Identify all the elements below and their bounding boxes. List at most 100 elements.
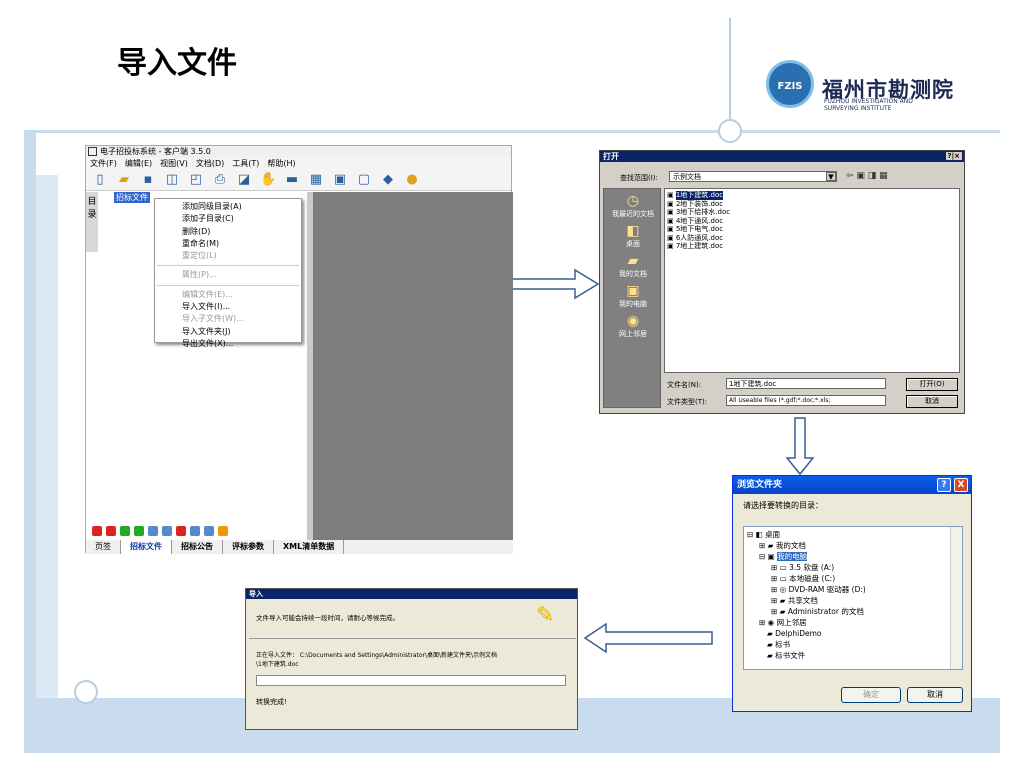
panel-splitter[interactable] — [307, 192, 313, 540]
network-icon: ◉ — [626, 313, 640, 329]
list-item[interactable]: ▣ 6人防通风.doc — [667, 234, 957, 243]
tree-item-tender-file[interactable]: 招标文件 — [114, 192, 150, 203]
filename-label: 文件名(N): — [667, 381, 702, 389]
open-folder-icon[interactable]: ▰ — [116, 172, 132, 188]
tree-node-network[interactable]: ⊞ ◉ 网上邻居 — [747, 617, 962, 628]
ctx-add-sibling[interactable]: 添加同级目录(A) — [155, 201, 301, 213]
export-folder-icon[interactable] — [218, 526, 228, 536]
tab-evaluation-params[interactable]: 评标参数 — [223, 540, 274, 554]
tab-tender-notice[interactable]: 招标公告 — [172, 540, 223, 554]
ctx-add-child[interactable]: 添加子目录(C) — [155, 213, 301, 225]
ctx-rename[interactable]: 重命名(M) — [155, 238, 301, 250]
tree-node-my-documents[interactable]: ⊞ ▰ 我的文档 — [747, 540, 962, 551]
menu-view[interactable]: 视图(V) — [160, 158, 188, 169]
open-button[interactable]: 打开(O) — [906, 378, 958, 391]
list-item[interactable]: ▣ 4地下通风.doc — [667, 217, 957, 226]
list-item[interactable]: ▣ 2地下装饰.doc — [667, 200, 957, 209]
filename-field[interactable]: 1地下建筑.doc — [726, 378, 886, 389]
delete-x-icon[interactable] — [176, 526, 186, 536]
image-icon[interactable]: ▣ — [332, 172, 348, 188]
place-recent[interactable]: ◷ 我最近的文档 — [604, 189, 662, 219]
list-item[interactable]: ▣ 5地下电气.doc — [667, 225, 957, 234]
export-icon[interactable]: ◪ — [236, 172, 252, 188]
add-red-icon[interactable] — [92, 526, 102, 536]
ruler-icon[interactable]: ▬ — [284, 172, 300, 188]
list-icon[interactable] — [190, 526, 200, 536]
remove-red-icon[interactable] — [106, 526, 116, 536]
tree-node-floppy[interactable]: ⊞ ▭ 3.5 软盘 (A:) — [747, 562, 962, 573]
menu-file[interactable]: 文件(F) — [90, 158, 117, 169]
tree-node-biaoshu-files[interactable]: ▰ 标书文件 — [747, 650, 962, 661]
ctx-import-folder[interactable]: 导入文件夹(J) — [155, 326, 301, 338]
down-icon[interactable] — [134, 526, 144, 536]
settings-icon[interactable]: ● — [404, 172, 420, 188]
import-icon[interactable] — [204, 526, 214, 536]
tree-node-my-computer[interactable]: ⊟ ▣ 我的电脑 — [747, 551, 962, 562]
tree-node-delphidemo[interactable]: ▰ DelphiDemo — [747, 628, 962, 639]
tab-xml-list[interactable]: XML清单数据 — [274, 540, 345, 554]
ctx-export-file[interactable]: 导出文件(X)... — [155, 338, 301, 350]
table-icon[interactable]: ▦ — [308, 172, 324, 188]
tree-node-shared-docs[interactable]: ⊞ ▰ 共享文档 — [747, 595, 962, 606]
tree-node-desktop[interactable]: ⊟ ◧ 桌面 — [747, 529, 962, 540]
browse-title: 浏览文件夹 — [737, 480, 783, 490]
import-message: 文件导入可能会持续一段时间，请耐心等候完成。 — [256, 614, 399, 622]
close-icon[interactable]: X — [954, 478, 968, 492]
ctx-relocate[interactable]: 重定位(L) — [155, 250, 301, 262]
chevron-down-icon[interactable]: ▼ — [826, 172, 836, 181]
new-node-icon[interactable] — [162, 526, 172, 536]
desktop-icon: ◧ — [626, 223, 640, 239]
place-my-computer[interactable]: ▣ 我的电脑 — [604, 279, 662, 309]
place-network[interactable]: ◉ 网上邻居 — [604, 309, 662, 339]
tree-node-admin-docs[interactable]: ⊞ ▰ Administrator 的文档 — [747, 606, 962, 617]
tree-node-dvd[interactable]: ⊞ ◎ DVD-RAM 驱动器 (D:) — [747, 584, 962, 595]
place-desktop[interactable]: ◧ 桌面 — [604, 219, 662, 249]
save-icon[interactable]: ▪ — [140, 172, 156, 188]
filetype-select[interactable]: All Useable files (*.gdf;*.doc;*.xls; — [726, 395, 886, 406]
tree-node-biaoshu[interactable]: ▰ 标书 — [747, 639, 962, 650]
ctx-properties[interactable]: 属性(P)... — [155, 269, 301, 281]
import-title: 导入 — [246, 589, 577, 599]
menu-help[interactable]: 帮助(H) — [267, 158, 295, 169]
preview-icon[interactable]: ◫ — [164, 172, 180, 188]
ctx-import-subfile[interactable]: 导入子文件(W)... — [155, 313, 301, 325]
list-item[interactable]: ▣ 1地下建筑.doc — [667, 191, 957, 200]
ctx-edit-file[interactable]: 编辑文件(E)... — [155, 289, 301, 301]
help-close-buttons[interactable]: ?|× — [945, 152, 962, 160]
tree-node-local-disk[interactable]: ⊞ ▭ 本地磁盘 (C:) — [747, 573, 962, 584]
menu-tools[interactable]: 工具(T) — [232, 158, 259, 169]
print-icon[interactable]: ⎙ — [212, 172, 228, 188]
tab-label: 页签 — [86, 540, 121, 554]
up-icon[interactable] — [120, 526, 130, 536]
tools-icon[interactable]: ◆ — [380, 172, 396, 188]
menu-document[interactable]: 文档(D) — [196, 158, 224, 169]
help-icon[interactable]: ? — [937, 478, 951, 492]
frame-icon[interactable]: ▢ — [356, 172, 372, 188]
look-in-dropdown[interactable]: 示例文档 — [669, 171, 837, 182]
import-separator — [249, 638, 576, 639]
tab-tender-file[interactable]: 招标文件 — [121, 540, 172, 554]
browse-title-bar: 浏览文件夹 ? X — [733, 476, 971, 494]
ctx-delete[interactable]: 删除(D) — [155, 226, 301, 238]
computer-icon: ▣ — [626, 283, 640, 299]
indent-icon[interactable] — [148, 526, 158, 536]
place-my-documents-label: 我的文档 — [619, 270, 647, 278]
ok-button[interactable]: 确定 — [841, 687, 901, 703]
arrow-down-icon — [785, 417, 815, 476]
nav-toolbar-icons[interactable]: ⇦ ▣ ◨ ▦ — [846, 171, 888, 181]
cancel-button[interactable]: 取消 — [906, 395, 958, 408]
ctx-import-file[interactable]: 导入文件(I)... — [155, 301, 301, 313]
new-icon[interactable]: ▯ — [92, 172, 108, 188]
filetype-label: 文件类型(T): — [667, 398, 708, 406]
tree-scrollbar[interactable] — [950, 527, 962, 669]
places-bar: ◷ 我最近的文档 ◧ 桌面 ▰ 我的文档 ▣ 我的电脑 ◉ 网上邻居 — [603, 188, 661, 408]
zoom-icon[interactable]: ◰ — [188, 172, 204, 188]
browse-prompt: 请选择要转换的目录： — [743, 501, 823, 510]
browse-cancel-button[interactable]: 取消 — [907, 687, 963, 703]
left-tab-catalog[interactable]: 目录 — [86, 192, 98, 252]
hand-icon[interactable]: ✋ — [260, 172, 276, 188]
place-my-documents[interactable]: ▰ 我的文档 — [604, 249, 662, 279]
list-item[interactable]: ▣ 7地上建筑.doc — [667, 242, 957, 251]
menu-edit[interactable]: 编辑(E) — [125, 158, 152, 169]
list-item[interactable]: ▣ 3地下给排水.doc — [667, 208, 957, 217]
